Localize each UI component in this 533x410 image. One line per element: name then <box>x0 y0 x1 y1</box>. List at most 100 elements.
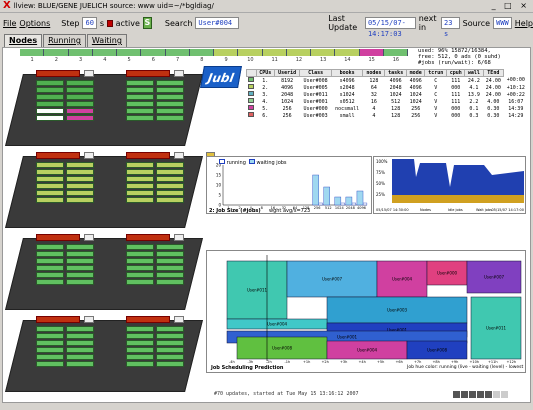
node-card[interactable] <box>36 251 64 257</box>
rack-bar-segment[interactable] <box>286 49 311 56</box>
node-card[interactable] <box>66 197 94 203</box>
node-card[interactable] <box>126 244 154 250</box>
node-card[interactable] <box>36 176 64 182</box>
node-card[interactable] <box>66 279 94 285</box>
rack-midplane[interactable] <box>36 316 112 370</box>
node-card[interactable] <box>156 197 184 203</box>
node-card[interactable] <box>36 347 64 353</box>
rack-bar-segment[interactable] <box>262 49 287 56</box>
rack-midplane[interactable] <box>126 316 202 370</box>
node-card[interactable] <box>126 251 154 257</box>
node-card[interactable] <box>126 190 154 196</box>
bar-waiting[interactable] <box>356 190 364 206</box>
node-card[interactable] <box>66 190 94 196</box>
job-row[interactable]: 4. 1024 User#001 s0512 16 512 1024 V 111 2.2 4.00 1… <box>247 98 529 105</box>
rack-bar-segment[interactable] <box>335 49 360 56</box>
job-header-cpus[interactable]: CPUs <box>255 69 275 77</box>
node-card[interactable] <box>36 115 64 121</box>
job-header-tend[interactable]: TEnd <box>482 69 505 77</box>
job-header-nodes[interactable]: nodes <box>362 69 386 77</box>
node-card[interactable] <box>36 272 64 278</box>
node-card[interactable] <box>66 347 94 353</box>
node-card[interactable] <box>66 340 94 346</box>
node-card[interactable] <box>66 183 94 189</box>
node-card[interactable] <box>66 115 94 121</box>
node-card[interactable] <box>36 361 64 367</box>
node-card[interactable] <box>126 197 154 203</box>
rack-bar-segment[interactable] <box>92 49 117 56</box>
node-card[interactable] <box>156 279 184 285</box>
rack-bar-segment[interactable] <box>383 49 408 56</box>
bar-running[interactable] <box>318 202 323 206</box>
node-card[interactable] <box>66 162 94 168</box>
node-card[interactable] <box>126 169 154 175</box>
bar-running[interactable] <box>362 202 368 206</box>
node-card[interactable] <box>66 258 94 264</box>
node-card[interactable] <box>126 162 154 168</box>
bar-waiting[interactable] <box>323 186 330 206</box>
node-card[interactable] <box>36 244 64 250</box>
job-header-tcrun[interactable]: tcrun <box>424 69 448 77</box>
node-card[interactable] <box>36 101 64 107</box>
node-card[interactable] <box>156 183 184 189</box>
node-card[interactable] <box>66 101 94 107</box>
refresh-icon[interactable]: S <box>142 17 152 29</box>
options-menu[interactable]: Options <box>19 19 50 28</box>
node-card[interactable] <box>66 169 94 175</box>
node-card[interactable] <box>36 354 64 360</box>
node-card[interactable] <box>156 333 184 339</box>
node-card[interactable] <box>126 354 154 360</box>
node-card[interactable] <box>36 190 64 196</box>
node-card[interactable] <box>126 101 154 107</box>
node-card[interactable] <box>156 108 184 114</box>
rack-bar-segment[interactable] <box>117 49 142 56</box>
node-card[interactable] <box>66 87 94 93</box>
node-card[interactable] <box>156 244 184 250</box>
node-card[interactable] <box>156 265 184 271</box>
node-card[interactable] <box>156 190 184 196</box>
node-card[interactable] <box>36 87 64 93</box>
node-card[interactable] <box>126 347 154 353</box>
node-card[interactable] <box>66 361 94 367</box>
node-card[interactable] <box>156 87 184 93</box>
node-card[interactable] <box>156 101 184 107</box>
source-input[interactable]: WWW <box>493 17 512 29</box>
help-menu[interactable]: Help <box>515 19 533 28</box>
rack-bar-segment[interactable] <box>359 49 384 56</box>
node-card[interactable] <box>36 94 64 100</box>
node-card[interactable] <box>36 169 64 175</box>
rack-bar-segment[interactable] <box>189 49 214 56</box>
node-card[interactable] <box>156 176 184 182</box>
node-card[interactable] <box>126 176 154 182</box>
rack-midplane[interactable] <box>126 234 202 288</box>
job-row[interactable]: 3. 2048 User#011 s1024 32 1024 1024 C 111 13.9 24.… <box>247 91 529 98</box>
step-input[interactable]: 60 <box>82 17 97 29</box>
tab-waiting[interactable]: Waiting <box>86 34 127 47</box>
rack-midplane[interactable] <box>36 152 112 206</box>
node-card[interactable] <box>156 115 184 121</box>
node-card[interactable] <box>66 94 94 100</box>
bar-waiting[interactable] <box>312 174 319 206</box>
node-card[interactable] <box>66 244 94 250</box>
node-card[interactable] <box>126 183 154 189</box>
node-card[interactable] <box>156 347 184 353</box>
active-checkbox[interactable] <box>107 19 113 27</box>
node-card[interactable] <box>156 94 184 100</box>
bar-running[interactable] <box>351 202 357 206</box>
rack-midplane[interactable] <box>126 70 202 124</box>
node-card[interactable] <box>36 333 64 339</box>
node-card[interactable] <box>66 326 94 332</box>
job-header-mode[interactable]: mode <box>406 69 426 77</box>
rack-bar-segment[interactable] <box>214 49 239 56</box>
node-card[interactable] <box>156 169 184 175</box>
node-card[interactable] <box>156 80 184 86</box>
node-card[interactable] <box>36 326 64 332</box>
node-card[interactable] <box>66 80 94 86</box>
rack-midplane[interactable] <box>36 234 112 288</box>
job-row[interactable]: 1. 8192 User#008 s4096 128 4096 4096 C 111 24.2 24… <box>247 77 529 85</box>
tab-running[interactable]: Running <box>43 34 86 47</box>
job-header-userid[interactable]: Userid <box>273 69 301 77</box>
rack-bar-segment[interactable] <box>68 49 93 56</box>
node-card[interactable] <box>156 340 184 346</box>
node-card[interactable] <box>126 87 154 93</box>
